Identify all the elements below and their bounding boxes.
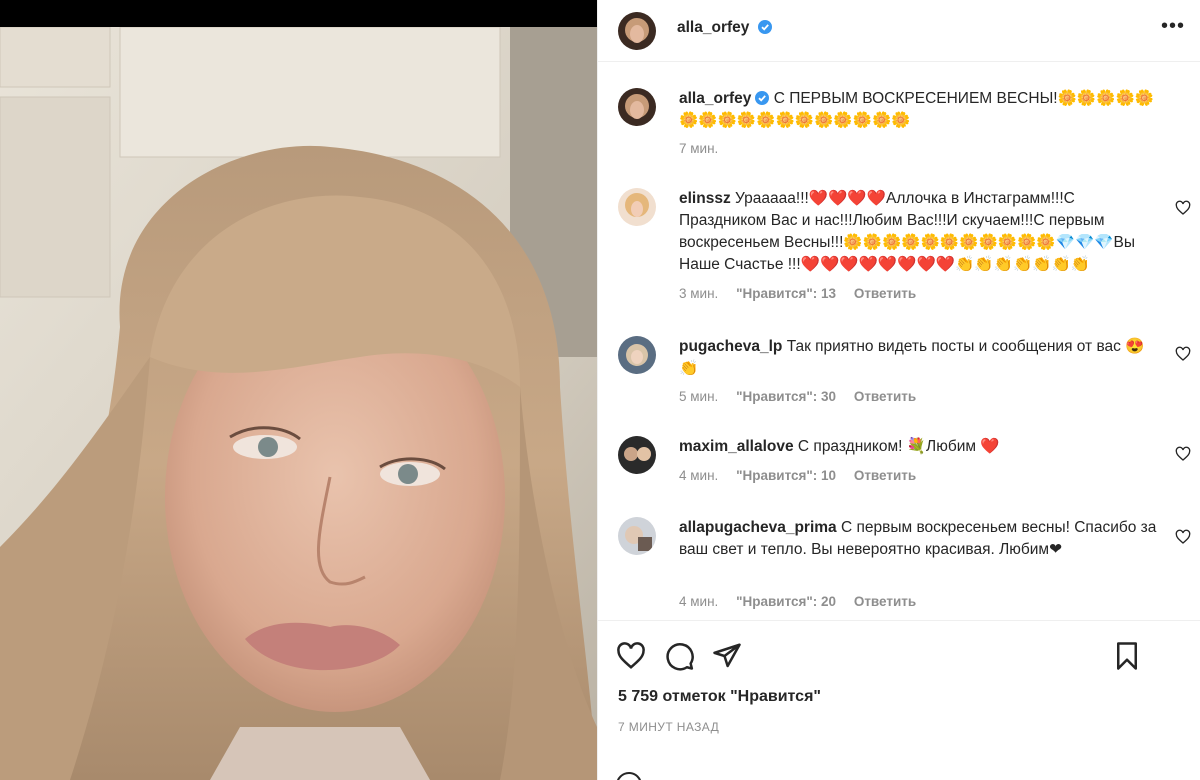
post-side-panel: alla_orfey ••• alla_orfey С ПЕРВЫМ ВОСКР…	[597, 0, 1200, 780]
verified-badge-icon	[755, 91, 770, 105]
heart-icon[interactable]	[1175, 529, 1191, 545]
comments-list: alla_orfey С ПЕРВЫМ ВОСКРЕСЕНИЕМ ВЕСНЫ!🌼…	[598, 62, 1200, 620]
caption-time[interactable]: 7 мин.	[679, 141, 718, 156]
comment-bubble-icon[interactable]	[665, 641, 695, 671]
author-avatar[interactable]	[618, 12, 656, 50]
comment-likes[interactable]: "Нравится": 30	[736, 389, 836, 404]
comment-time[interactable]: 3 мин.	[679, 286, 718, 301]
post-photo[interactable]	[0, 0, 597, 780]
more-horizontal-icon[interactable]: •••	[1161, 16, 1185, 40]
comment-likes[interactable]: "Нравится": 20	[736, 594, 836, 609]
comment-text: Урааааа!!!❤️❤️❤️❤️Аллочка в Инстаграмм!!…	[679, 190, 1136, 273]
comment-avatar[interactable]	[618, 336, 656, 374]
reply-button[interactable]: Ответить	[854, 389, 916, 404]
comment-username[interactable]: maxim_allalove	[679, 438, 794, 455]
reply-button[interactable]: Ответить	[854, 594, 916, 609]
photo-top-bar	[0, 0, 597, 27]
bookmark-icon[interactable]	[1112, 641, 1142, 671]
verified-badge-icon	[757, 20, 772, 34]
comment-username[interactable]: pugacheva_lp	[679, 338, 782, 355]
comment-username[interactable]: elinssz	[679, 190, 731, 207]
heart-icon[interactable]	[1175, 200, 1191, 216]
comment-likes[interactable]: "Нравится": 10	[736, 468, 836, 483]
reply-button[interactable]: Ответить	[854, 286, 916, 301]
likes-count[interactable]: 5 759 отметок "Нравится"	[618, 688, 821, 706]
comment-time[interactable]: 5 мин.	[679, 389, 718, 404]
heart-icon[interactable]	[616, 641, 646, 671]
heart-icon[interactable]	[1175, 346, 1191, 362]
post-timestamp[interactable]: 7 МИНУТ НАЗАД	[618, 720, 719, 734]
author-username[interactable]: alla_orfey	[677, 19, 772, 37]
send-paper-plane-icon[interactable]	[712, 641, 742, 671]
portrait-image	[0, 27, 597, 780]
comment-avatar[interactable]	[618, 517, 656, 555]
comment-time[interactable]: 4 мин.	[679, 468, 718, 483]
comment-username[interactable]: allapugacheva_prima	[679, 519, 837, 536]
caption-avatar[interactable]	[618, 88, 656, 126]
comment-avatar[interactable]	[618, 188, 656, 226]
heart-icon[interactable]	[1175, 446, 1191, 462]
caption-username[interactable]: alla_orfey	[679, 90, 751, 107]
comment-text: С праздником! 💐Любим ❤️	[797, 438, 1000, 455]
comment-time[interactable]: 4 мин.	[679, 594, 718, 609]
post-header: alla_orfey •••	[598, 0, 1200, 62]
comment-avatar[interactable]	[618, 436, 656, 474]
comment-likes[interactable]: "Нравится": 13	[736, 286, 836, 301]
reply-button[interactable]: Ответить	[854, 468, 916, 483]
